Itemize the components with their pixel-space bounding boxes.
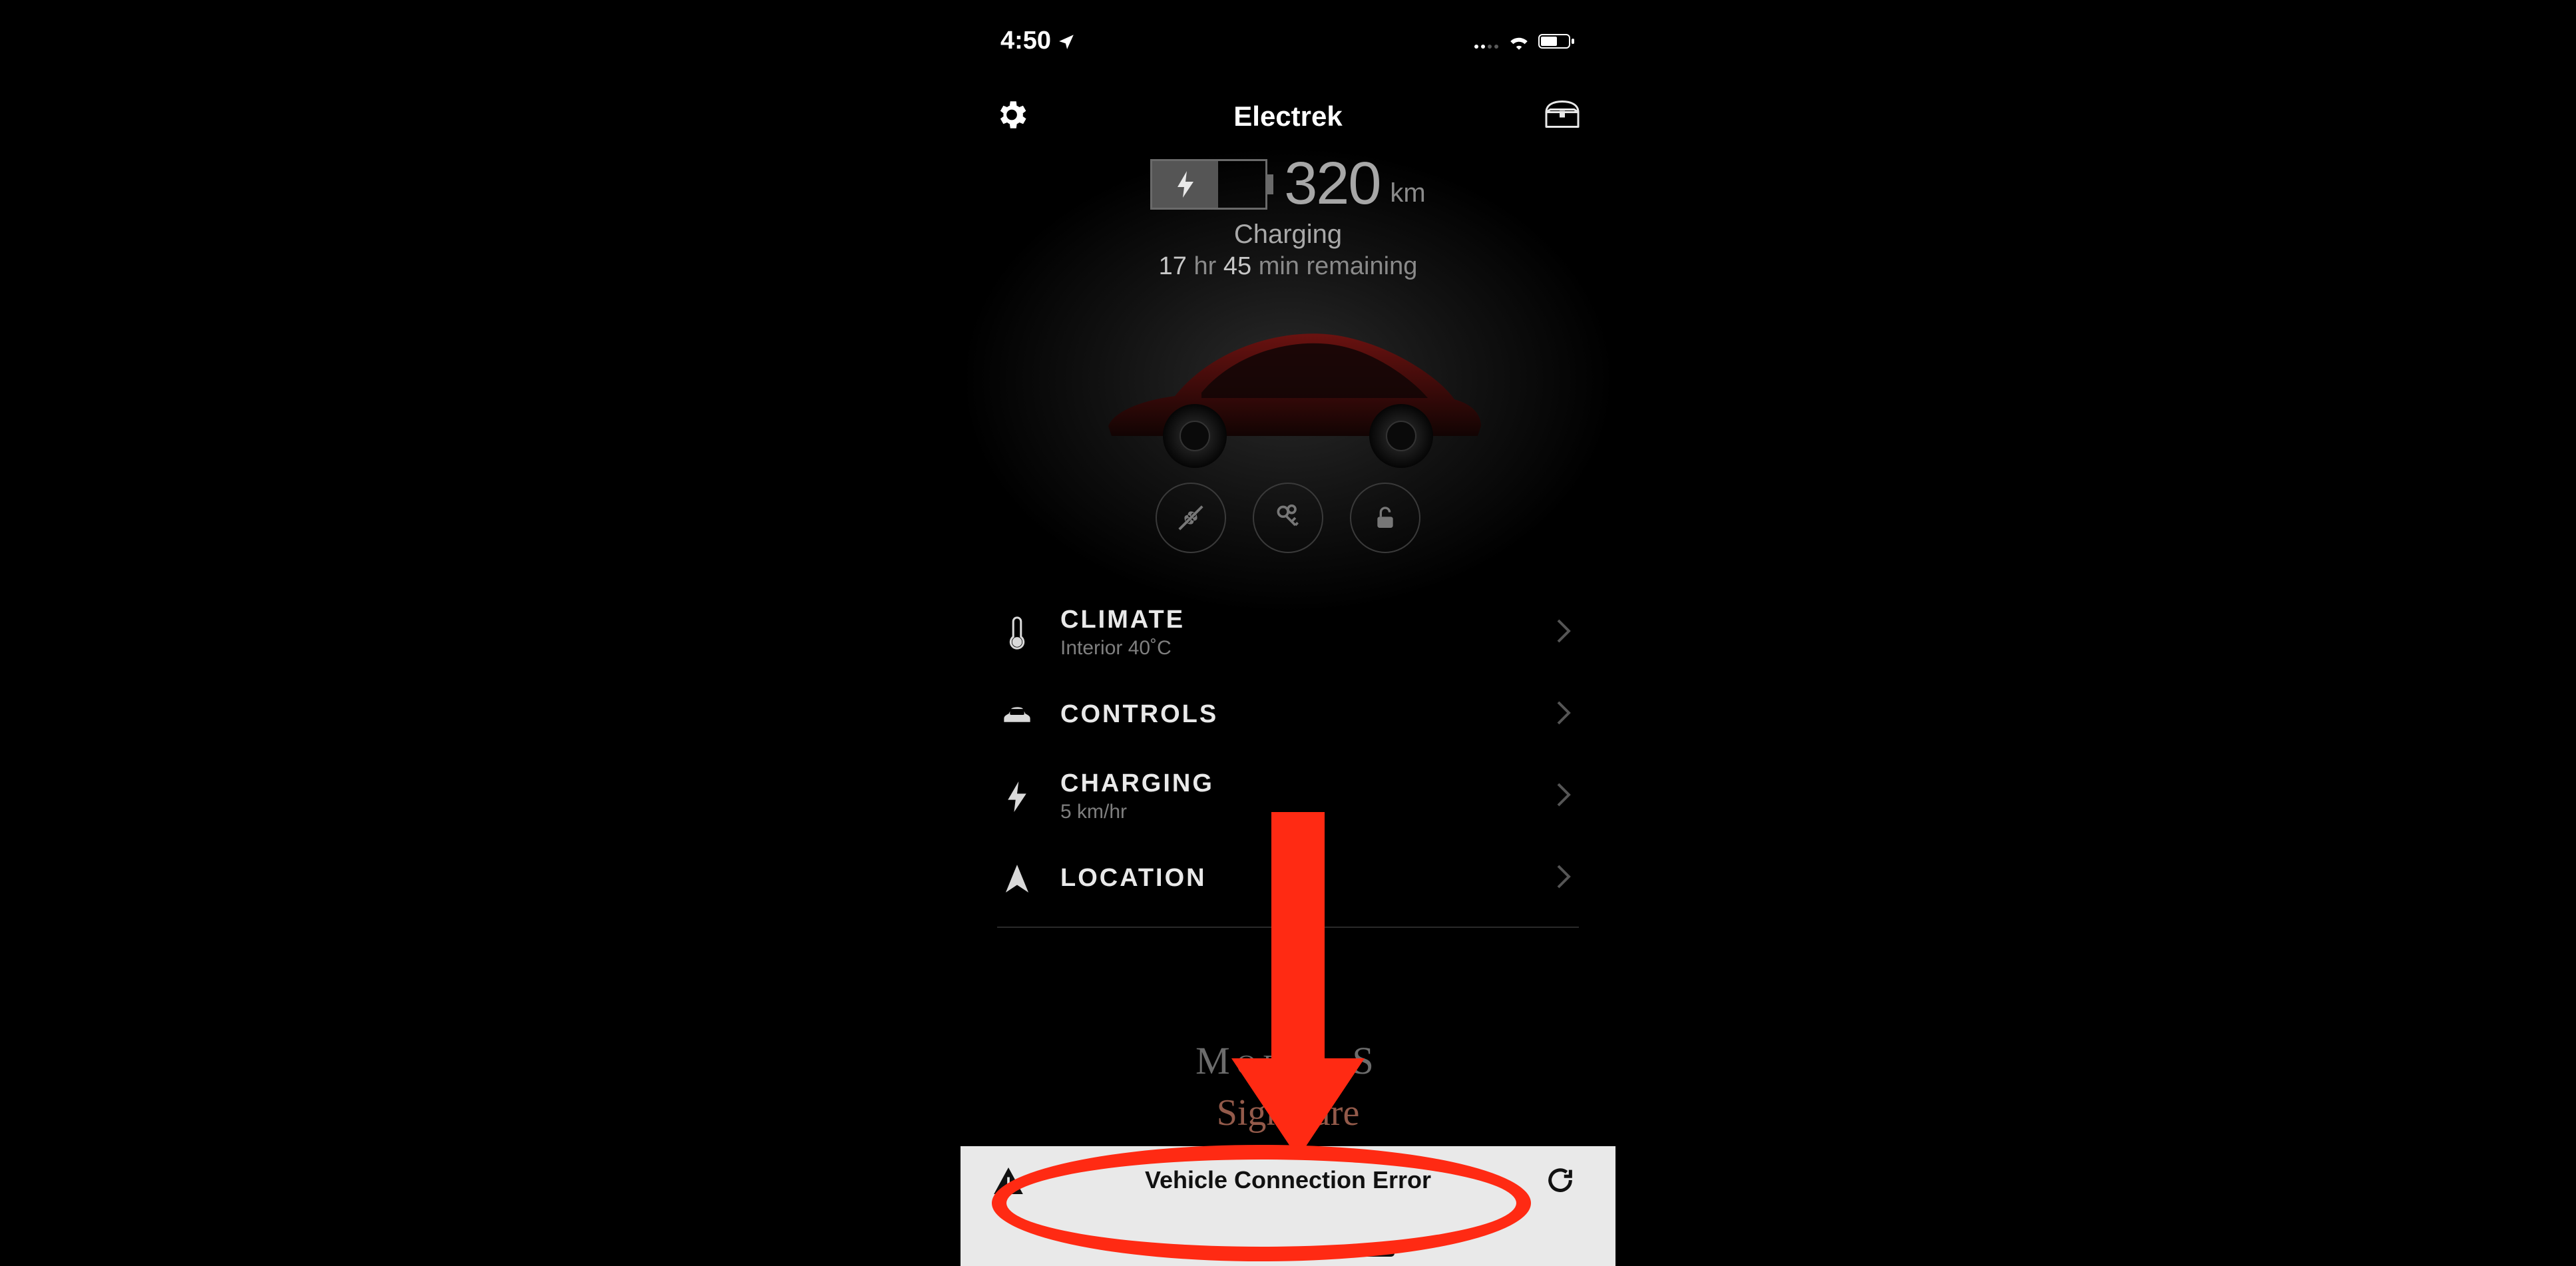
screenshot-stage: 4:50 <box>0 0 2576 1266</box>
menu-charging-title: CHARGING <box>1060 769 1532 798</box>
menu-climate-title: CLIMATE <box>1060 606 1532 634</box>
chevron-right-icon <box>1555 781 1572 811</box>
unlock-icon <box>1372 505 1398 531</box>
menu-item-climate[interactable]: CLIMATE Interior 40˚C <box>997 586 1579 680</box>
lootbox-button[interactable] <box>1542 99 1582 134</box>
charging-label: Charging <box>961 220 1615 250</box>
bolt-icon <box>997 781 1037 812</box>
keys-button[interactable] <box>1253 483 1323 553</box>
quick-actions <box>961 483 1615 553</box>
model-name: Model S <box>961 1038 1615 1083</box>
charging-min-val: 45 <box>1223 252 1251 280</box>
settings-button[interactable] <box>994 97 1030 136</box>
menu-location-title: LOCATION <box>1060 864 1532 893</box>
menu-item-location[interactable]: LOCATION <box>997 843 1579 913</box>
status-bar: 4:50 <box>961 27 1615 55</box>
location-arrow-icon <box>1058 33 1075 50</box>
battery-level-icon <box>1150 159 1267 210</box>
menu-controls-title: CONTROLS <box>1060 700 1532 729</box>
phone-screen: 4:50 <box>961 0 1615 1266</box>
charging-hr-label: hr <box>1193 252 1216 280</box>
lock-button[interactable] <box>1350 483 1420 553</box>
fan-icon <box>1176 503 1206 533</box>
refresh-icon <box>1545 1165 1576 1195</box>
menu-item-charging[interactable]: CHARGING 5 km/hr <box>997 749 1579 843</box>
signal-icon <box>1473 33 1500 50</box>
vehicle-image <box>1082 300 1494 473</box>
refresh-button[interactable] <box>1545 1165 1576 1199</box>
charging-hr-val: 17 <box>1159 252 1187 280</box>
status-indicators <box>1473 33 1576 50</box>
car-top-icon <box>997 703 1037 727</box>
app-header: Electrek <box>961 87 1615 146</box>
chevron-right-icon <box>1555 700 1572 730</box>
home-indicator[interactable] <box>1181 1250 1395 1257</box>
main-menu: CLIMATE Interior 40˚C CONTROLS <box>997 586 1579 945</box>
battery-icon <box>1538 33 1576 50</box>
battery-fill <box>1152 161 1218 208</box>
clock-text: 4:50 <box>1000 27 1051 55</box>
menu-climate-sub: Interior 40˚C <box>1060 637 1532 660</box>
chevron-right-icon <box>1555 863 1572 893</box>
range-display: 320 km <box>961 150 1615 218</box>
thermometer-icon <box>997 615 1037 651</box>
menu-charging-sub: 5 km/hr <box>1060 801 1532 823</box>
treasure-chest-icon <box>1542 99 1582 131</box>
charging-time-remaining: 17 hr 45 min remaining <box>961 252 1615 281</box>
error-footer: Vehicle Connection Error <box>961 1146 1615 1266</box>
status-time: 4:50 <box>1000 27 1075 55</box>
bolt-icon <box>1177 171 1194 198</box>
navigation-arrow-icon <box>997 865 1037 893</box>
charging-status: Charging 17 hr 45 min remaining <box>961 220 1615 281</box>
fan-button[interactable] <box>1156 483 1226 553</box>
vehicle-name: Electrek <box>1233 101 1342 132</box>
chevron-right-icon <box>1555 618 1572 648</box>
warning-icon <box>994 1167 1023 1197</box>
charging-min-label: min remaining <box>1259 252 1418 280</box>
wifi-icon <box>1508 33 1530 50</box>
menu-item-controls[interactable]: CONTROLS <box>997 680 1579 749</box>
keys-icon <box>1273 503 1303 532</box>
error-message: Vehicle Connection Error <box>1145 1166 1431 1194</box>
gear-icon <box>994 97 1030 133</box>
range-value: 320 <box>1284 150 1380 218</box>
model-signature: Signature <box>961 1092 1615 1134</box>
range-unit: km <box>1390 178 1425 208</box>
menu-divider <box>997 927 1579 928</box>
